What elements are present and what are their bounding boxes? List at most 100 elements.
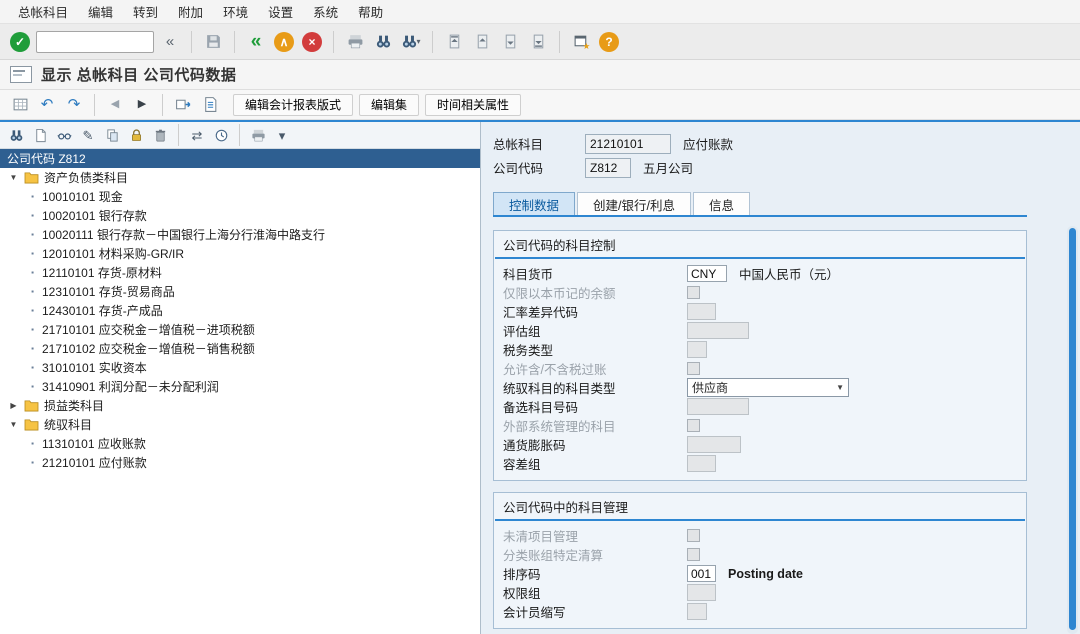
delete-button[interactable]: [149, 124, 171, 146]
display-change-button[interactable]: [171, 94, 195, 116]
field-input[interactable]: [687, 341, 707, 358]
grid-button[interactable]: [8, 94, 32, 116]
menu-item-系统[interactable]: 系统: [303, 0, 348, 24]
scrollbar-thumb[interactable]: [1069, 228, 1076, 630]
menu-item-编辑[interactable]: 编辑: [78, 0, 123, 24]
undo-button[interactable]: ↶: [35, 94, 59, 116]
tab-信息[interactable]: 信息: [693, 192, 750, 215]
app-toolbar-button-编辑会计报表版式[interactable]: 编辑会计报表版式: [233, 94, 353, 116]
new-session-button[interactable]: ★: [569, 30, 593, 54]
page-up-button[interactable]: [470, 30, 494, 54]
back-button[interactable]: «: [244, 30, 268, 54]
tree-node-label: 12430101 存货-产成品: [42, 302, 163, 319]
field-input[interactable]: 001: [687, 565, 716, 582]
command-field[interactable]: [36, 31, 154, 53]
block-button[interactable]: [125, 124, 147, 146]
tab-控制数据[interactable]: 控制数据: [493, 192, 575, 215]
field-input[interactable]: [687, 303, 716, 320]
next-button[interactable]: ▶: [130, 94, 154, 116]
cancel-button[interactable]: ×: [300, 30, 324, 54]
save-button[interactable]: [201, 30, 225, 54]
company-code-field[interactable]: Z812: [585, 158, 631, 178]
app-toolbar-button-编辑集[interactable]: 编辑集: [359, 94, 419, 116]
tab-创建/银行/利息[interactable]: 创建/银行/利息: [577, 192, 691, 215]
field-label: 税务类型: [503, 340, 687, 359]
menu-item-转到[interactable]: 转到: [123, 0, 168, 24]
time-button[interactable]: [210, 124, 232, 146]
toolbar-separator: [162, 94, 163, 116]
display-button[interactable]: [53, 124, 75, 146]
create-button[interactable]: [29, 124, 51, 146]
menu-item-附加[interactable]: 附加: [168, 0, 213, 24]
tree-item[interactable]: ▪21210101 应付账款: [0, 453, 480, 472]
tree-item[interactable]: ▪10010101 现金: [0, 187, 480, 206]
tree-item[interactable]: ▪10020101 银行存款: [0, 206, 480, 225]
field-input[interactable]: [687, 322, 749, 339]
chevron-down-icon[interactable]: ▼: [8, 173, 19, 182]
find-button[interactable]: [5, 124, 27, 146]
app-toolbar-button-时间相关属性[interactable]: 时间相关属性: [425, 94, 521, 116]
doc-lines-button[interactable]: [198, 94, 222, 116]
prev-button[interactable]: ◀: [103, 94, 127, 116]
toolbar-separator: [234, 31, 235, 53]
tree-folder[interactable]: ▼资产负债类科目: [0, 168, 480, 187]
tree-root-company-code[interactable]: 公司代码 Z812: [0, 149, 480, 168]
gl-account-field[interactable]: 21210101: [585, 134, 671, 154]
redo-button[interactable]: ↷: [62, 94, 86, 116]
field-input[interactable]: [687, 603, 707, 620]
menu-item-设置[interactable]: 设置: [258, 0, 303, 24]
print-small-button[interactable]: [247, 124, 269, 146]
form-row: 备选科目号码: [494, 397, 1026, 416]
page-down-button[interactable]: [498, 30, 522, 54]
tree-item[interactable]: ▪21710101 应交税金－增值税－进项税额: [0, 320, 480, 339]
gl-account-header-row: 总帐科目 21210101 应付账款: [493, 132, 1056, 155]
tree-item[interactable]: ▪12430101 存货-产成品: [0, 301, 480, 320]
tree-folder[interactable]: ▶损益类科目: [0, 396, 480, 415]
collapse-button[interactable]: «: [158, 30, 182, 54]
print-button[interactable]: [343, 30, 367, 54]
tree-item[interactable]: ▪31410901 利润分配－未分配利润: [0, 377, 480, 396]
chevron-right-icon[interactable]: ▶: [8, 401, 19, 410]
tree-node-label: 12010101 材料采购-GR/IR: [42, 245, 184, 262]
menu-item-环境[interactable]: 环境: [213, 0, 258, 24]
tree-item[interactable]: ▪12310101 存货-贸易商品: [0, 282, 480, 301]
vertical-scrollbar[interactable]: [1067, 226, 1078, 634]
menu-item-帮助[interactable]: 帮助: [348, 0, 393, 24]
field-label: 排序码: [503, 564, 687, 583]
dropdown-button[interactable]: ▾: [271, 124, 293, 146]
find-next-button[interactable]: ▾: [399, 30, 423, 54]
swap-button[interactable]: ⇄: [186, 124, 208, 146]
form-row: 仅限以本币记的余额: [494, 283, 1026, 302]
field-input[interactable]: [687, 584, 716, 601]
tree-item[interactable]: ▪21710102 应交税金－增值税－销售税额: [0, 339, 480, 358]
field-label: 允许含/不含税过账: [503, 359, 687, 378]
tree-item[interactable]: ▪11310101 应收账款: [0, 434, 480, 453]
tree-item[interactable]: ▪12010101 材料采购-GR/IR: [0, 244, 480, 263]
change-button[interactable]: ✎: [77, 124, 99, 146]
bullet-icon: ▪: [28, 268, 37, 277]
exit-button[interactable]: ∧: [272, 30, 296, 54]
tree-item[interactable]: ▪10020111 银行存款－中国银行上海分行淮海中路支行: [0, 225, 480, 244]
tree-node-label: 11310101 应收账款: [42, 435, 146, 452]
tree-item[interactable]: ▪31010101 实收资本: [0, 358, 480, 377]
copy-button[interactable]: [101, 124, 123, 146]
screen-menu-icon[interactable]: [10, 66, 32, 83]
save-icon: [205, 33, 222, 50]
tree-folder[interactable]: ▼统驭科目: [0, 415, 480, 434]
field-input[interactable]: CNY: [687, 265, 727, 282]
tree-item[interactable]: ▪12110101 存货-原材料: [0, 263, 480, 282]
recon-account-type-select[interactable]: 供应商▼: [687, 378, 849, 397]
field-input[interactable]: [687, 455, 716, 472]
find-button[interactable]: [371, 30, 395, 54]
company-code-header-row: 公司代码 Z812 五月公司: [493, 156, 1056, 179]
enter-button[interactable]: ✓: [8, 30, 32, 54]
menu-item-总帐科目[interactable]: 总帐科目: [8, 0, 78, 24]
chevron-down-icon[interactable]: ▼: [8, 420, 19, 429]
field-input[interactable]: [687, 398, 749, 415]
form-row: 科目货币CNY中国人民币（元）: [494, 264, 1026, 283]
toolbar-separator: [559, 31, 560, 53]
help-button[interactable]: ?: [597, 30, 621, 54]
first-page-button[interactable]: [442, 30, 466, 54]
last-page-button[interactable]: [526, 30, 550, 54]
field-input[interactable]: [687, 436, 741, 453]
